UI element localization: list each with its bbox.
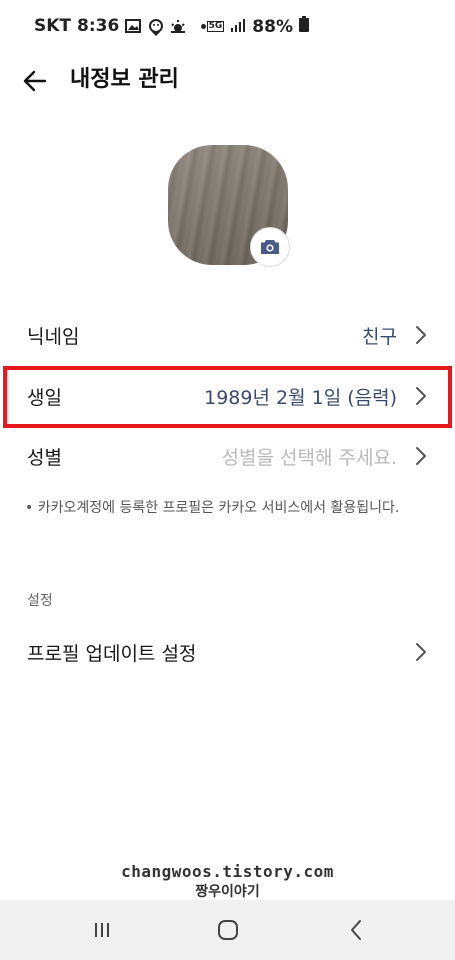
app-bar: 내정보 관리 xyxy=(0,52,455,108)
profile-avatar-area xyxy=(168,145,290,267)
settings-section-label: 설정 xyxy=(27,593,53,609)
camera-icon xyxy=(261,240,279,254)
nickname-label: 닉네임 xyxy=(27,325,80,348)
chevron-right-icon xyxy=(414,324,428,346)
chevron-right-icon xyxy=(414,445,428,467)
home-button[interactable] xyxy=(212,914,244,946)
watermark: changwoos.tistory.com 짱우이야기 xyxy=(0,862,455,901)
camera-button[interactable] xyxy=(250,227,290,267)
arrow-left-icon xyxy=(23,70,47,92)
chevron-left-icon xyxy=(351,920,361,940)
profile-update-label: 프로필 업데이트 설정 xyxy=(27,642,197,665)
highlight-box xyxy=(3,366,452,428)
back-button[interactable] xyxy=(20,66,50,96)
status-right: 5G 88% xyxy=(206,16,309,37)
status-bar: SKT 8:36 5G 88% xyxy=(0,0,455,52)
weather-icon xyxy=(169,18,186,34)
home-icon xyxy=(218,920,238,940)
profile-update-setting-row[interactable]: 프로필 업데이트 설정 xyxy=(0,622,455,682)
watermark-name: 짱우이야기 xyxy=(195,884,260,900)
gender-placeholder: 성별을 선택해 주세요. xyxy=(221,446,397,469)
battery-percent: 88% xyxy=(252,16,293,37)
profile-notice: • 카카오계정에 등록한 프로필은 카카오 서비스에서 활용됩니다. xyxy=(25,500,400,516)
page-title: 내정보 관리 xyxy=(70,67,179,92)
network-5g-icon: 5G xyxy=(206,21,225,32)
notification-dot xyxy=(201,23,207,29)
clock: 8:36 xyxy=(77,16,120,36)
battery-icon xyxy=(299,16,309,37)
gender-label: 성별 xyxy=(27,446,62,469)
gallery-icon xyxy=(125,18,142,34)
recent-apps-button[interactable] xyxy=(86,914,118,946)
carrier-label: SKT xyxy=(34,16,72,36)
gender-row[interactable]: 성별 성별을 선택해 주세요. xyxy=(0,426,455,486)
nickname-row[interactable]: 닉네임 친구 xyxy=(0,305,455,365)
system-nav-bar xyxy=(0,900,455,960)
chevron-right-icon xyxy=(414,641,428,663)
watermark-url: changwoos.tistory.com xyxy=(121,862,334,881)
back-nav-button[interactable] xyxy=(340,914,372,946)
nickname-value: 친구 xyxy=(362,325,397,348)
status-left: SKT 8:36 xyxy=(34,16,207,36)
signal-icon xyxy=(230,17,246,37)
location-face-icon xyxy=(147,18,164,36)
recent-apps-icon xyxy=(95,923,109,937)
